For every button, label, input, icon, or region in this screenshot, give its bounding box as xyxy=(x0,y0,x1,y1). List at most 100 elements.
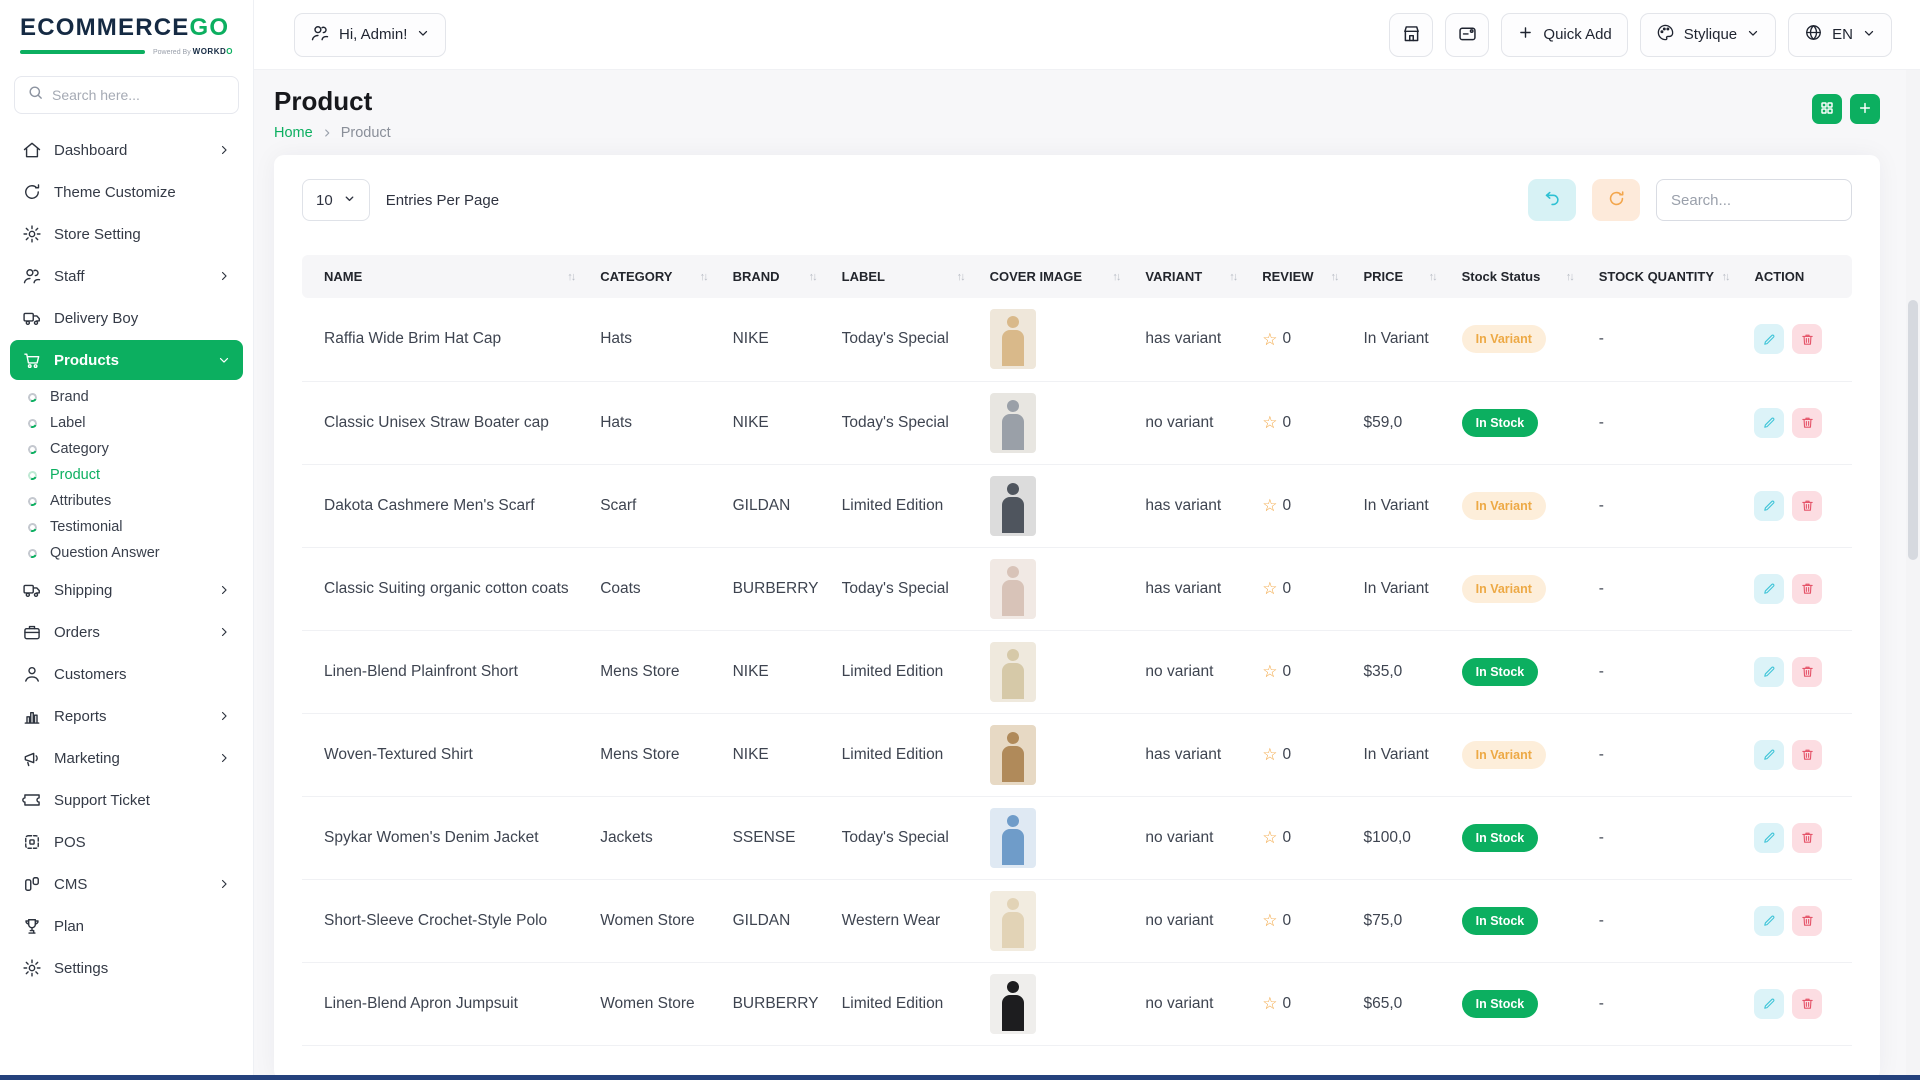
sidebar-subitem-attributes[interactable]: Attributes xyxy=(16,488,243,514)
sidebar-subitem-brand[interactable]: Brand xyxy=(16,384,243,410)
sidebar-item-settings[interactable]: Settings xyxy=(10,948,243,988)
theme-style-button[interactable]: Stylique xyxy=(1640,13,1776,57)
sidebar-item-support-ticket[interactable]: Support Ticket xyxy=(10,780,243,820)
pencil-icon xyxy=(1762,332,1777,347)
edit-button[interactable] xyxy=(1754,657,1784,687)
quick-add-button[interactable]: Quick Add xyxy=(1501,13,1627,57)
sidebar-item-store-setting[interactable]: Store Setting xyxy=(10,214,243,254)
theme-style-label: Stylique xyxy=(1684,26,1737,43)
sidebar-item-shipping[interactable]: Shipping xyxy=(10,570,243,610)
cell-brand: NIKE xyxy=(723,713,832,796)
sort-icon[interactable]: ↑↓ xyxy=(809,271,822,283)
column-header-label[interactable]: LABEL↑↓ xyxy=(832,255,980,298)
delete-button[interactable] xyxy=(1792,657,1822,687)
sidebar-item-staff[interactable]: Staff xyxy=(10,256,243,296)
review-count: 0 xyxy=(1282,497,1291,515)
sidebar-item-label: POS xyxy=(54,834,231,851)
sidebar-item-theme-customize[interactable]: Theme Customize xyxy=(10,172,243,212)
sort-icon[interactable]: ↑↓ xyxy=(1330,271,1343,283)
sort-icon[interactable]: ↑↓ xyxy=(567,271,580,283)
reset-button[interactable] xyxy=(1528,179,1576,221)
delete-button[interactable] xyxy=(1792,491,1822,521)
email-templates-button[interactable] xyxy=(1445,13,1489,57)
edit-button[interactable] xyxy=(1754,906,1784,936)
storefront-button[interactable] xyxy=(1389,13,1433,57)
sidebar-subitem-product[interactable]: Product xyxy=(16,462,243,488)
edit-button[interactable] xyxy=(1754,989,1784,1019)
column-header-brand[interactable]: BRAND↑↓ xyxy=(723,255,832,298)
logo-text-primary: ECOMMERCE xyxy=(20,14,189,41)
sidebar-subitem-label[interactable]: Label xyxy=(16,410,243,436)
edit-button[interactable] xyxy=(1754,823,1784,853)
sort-icon[interactable]: ↑↓ xyxy=(1429,271,1442,283)
vertical-scrollbar-thumb[interactable] xyxy=(1908,300,1918,560)
stock-status-badge: In Stock xyxy=(1462,907,1539,935)
edit-button[interactable] xyxy=(1754,491,1784,521)
column-header-cover-image[interactable]: COVER IMAGE↑↓ xyxy=(980,255,1136,298)
sidebar-subitem-testimonial[interactable]: Testimonial xyxy=(16,514,243,540)
bullet-icon xyxy=(27,547,39,559)
product-cover-image xyxy=(990,559,1036,619)
delete-button[interactable] xyxy=(1792,906,1822,936)
delete-button[interactable] xyxy=(1792,408,1822,438)
horizontal-scrollbar[interactable] xyxy=(0,1075,1920,1080)
column-header-stock-status[interactable]: Stock Status↑↓ xyxy=(1452,255,1589,298)
sort-icon[interactable]: ↑↓ xyxy=(1721,271,1734,283)
vertical-scrollbar[interactable] xyxy=(1906,70,1920,1075)
cell-variant: no variant xyxy=(1135,630,1252,713)
sidebar-item-customers[interactable]: Customers xyxy=(10,654,243,694)
edit-button[interactable] xyxy=(1754,740,1784,770)
sidebar-search-input[interactable] xyxy=(52,87,226,103)
cell-review: ☆0 xyxy=(1252,464,1353,547)
cell-stock-quantity: - xyxy=(1589,298,1745,381)
sidebar-item-products[interactable]: Products xyxy=(10,340,243,380)
delete-button[interactable] xyxy=(1792,989,1822,1019)
star-icon: ☆ xyxy=(1262,580,1277,597)
sort-icon[interactable]: ↑↓ xyxy=(1566,271,1579,283)
sidebar-item-delivery-boy[interactable]: Delivery Boy xyxy=(10,298,243,338)
column-header-stock-quantity[interactable]: STOCK QUANTITY↑↓ xyxy=(1589,255,1745,298)
sidebar-search[interactable] xyxy=(14,76,239,114)
delete-button[interactable] xyxy=(1792,823,1822,853)
sidebar-item-pos[interactable]: POS xyxy=(10,822,243,862)
cell-product-name: Spykar Women's Denim Jacket xyxy=(302,796,590,879)
delete-button[interactable] xyxy=(1792,740,1822,770)
column-header-price[interactable]: PRICE↑↓ xyxy=(1353,255,1451,298)
sidebar-item-orders[interactable]: Orders xyxy=(10,612,243,652)
cell-stock-quantity: - xyxy=(1589,713,1745,796)
brand-logo[interactable]: ECOMMERCEGO Powered By WORKDO xyxy=(0,0,253,64)
grid-view-button[interactable] xyxy=(1812,94,1842,124)
cell-stock-quantity: - xyxy=(1589,381,1745,464)
edit-button[interactable] xyxy=(1754,574,1784,604)
add-product-button[interactable] xyxy=(1850,94,1880,124)
sidebar-item-cms[interactable]: CMS xyxy=(10,864,243,904)
delete-button[interactable] xyxy=(1792,574,1822,604)
column-header-review[interactable]: REVIEW↑↓ xyxy=(1252,255,1353,298)
delete-button[interactable] xyxy=(1792,324,1822,354)
refresh-button[interactable] xyxy=(1592,179,1640,221)
sidebar-item-reports[interactable]: Reports xyxy=(10,696,243,736)
edit-button[interactable] xyxy=(1754,408,1784,438)
sidebar-item-dashboard[interactable]: Dashboard xyxy=(10,130,243,170)
table-search-input[interactable] xyxy=(1656,179,1852,221)
sidebar-subitem-question-answer[interactable]: Question Answer xyxy=(16,540,243,566)
cell-action xyxy=(1744,464,1852,547)
sort-icon[interactable]: ↑↓ xyxy=(700,271,713,283)
breadcrumb-home-link[interactable]: Home xyxy=(274,125,313,141)
sidebar-item-marketing[interactable]: Marketing xyxy=(10,738,243,778)
sidebar-subitem-category[interactable]: Category xyxy=(16,436,243,462)
edit-button[interactable] xyxy=(1754,324,1784,354)
cell-brand: NIKE xyxy=(723,381,832,464)
product-cover-image xyxy=(990,476,1036,536)
column-header-category[interactable]: CATEGORY↑↓ xyxy=(590,255,722,298)
review-count: 0 xyxy=(1282,912,1291,930)
column-header-name[interactable]: NAME↑↓ xyxy=(302,255,590,298)
user-menu-button[interactable]: Hi, Admin! xyxy=(294,13,446,57)
sort-icon[interactable]: ↑↓ xyxy=(957,271,970,283)
column-header-variant[interactable]: VARIANT↑↓ xyxy=(1135,255,1252,298)
sidebar-item-plan[interactable]: Plan xyxy=(10,906,243,946)
entries-per-page-select[interactable]: 10 xyxy=(302,179,370,221)
sort-icon[interactable]: ↑↓ xyxy=(1112,271,1125,283)
sort-icon[interactable]: ↑↓ xyxy=(1229,271,1242,283)
language-button[interactable]: EN xyxy=(1788,13,1892,57)
